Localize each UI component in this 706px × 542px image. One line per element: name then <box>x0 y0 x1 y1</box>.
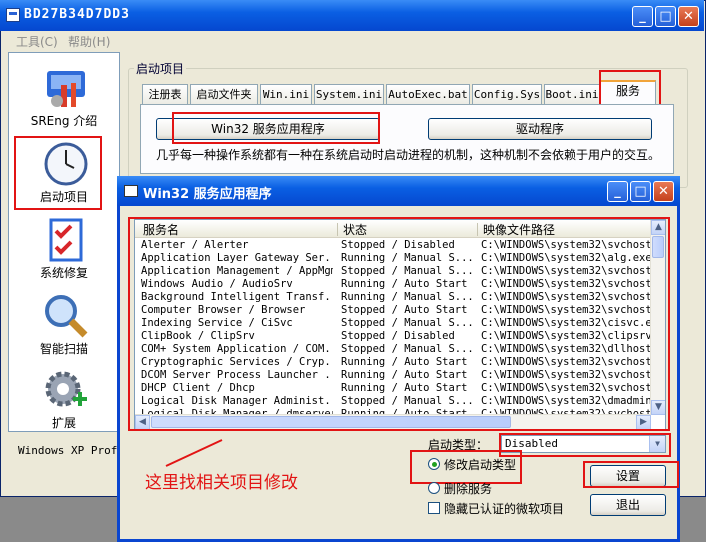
tab-boot-ini[interactable]: Boot.ini <box>544 84 600 104</box>
exit-button[interactable]: 退出 <box>590 494 666 516</box>
maximize-button[interactable]: □ <box>655 6 676 27</box>
nav-label: SREng 介绍 <box>30 114 98 128</box>
tab-startup-folder[interactable]: 启动文件夹 <box>190 84 258 104</box>
magnifier-icon <box>45 295 88 338</box>
annotation-text: 这里找相关项目修改 <box>145 473 298 493</box>
drivers-button[interactable]: 驱动程序 <box>428 118 652 140</box>
checkbox-hide-microsoft[interactable] <box>428 502 440 514</box>
radio-delete-service[interactable] <box>428 482 440 494</box>
menu-help[interactable]: 帮助(H) <box>68 33 110 50</box>
dialog-minimize-button[interactable]: _ <box>607 181 628 202</box>
highlight-nav-startup <box>14 136 102 210</box>
os-version-text: Windows XP Profe <box>18 444 124 457</box>
nav-item-scan[interactable]: 智能扫描 <box>11 287 117 359</box>
nav-label: 系统修复 <box>39 266 88 280</box>
left-nav: SREng 介绍 启动项目 系统修复 智能扫描 扩展 <box>8 52 120 432</box>
main-title-bar[interactable]: BD27B34D7DD3 _ □ ✕ <box>0 0 704 31</box>
group-label: 启动项目 <box>134 60 187 77</box>
annotation-arrow <box>165 439 223 467</box>
highlight-settings-button <box>583 461 679 488</box>
nav-label: 扩展 <box>51 416 76 430</box>
dialog-title: Win32 服务应用程序 <box>143 187 272 202</box>
tab-autoexec[interactable]: AutoExec.bat <box>386 84 470 104</box>
nav-item-extend[interactable]: 扩展 <box>11 361 117 433</box>
highlight-modify-radio <box>410 450 522 484</box>
minimize-button[interactable]: _ <box>632 6 653 27</box>
tab-config-sys[interactable]: Config.Sys <box>472 84 542 104</box>
dialog-maximize-button[interactable]: □ <box>630 181 651 202</box>
menu-bar: 工具(C) 帮助(H) <box>0 31 704 51</box>
checklist-icon <box>49 218 83 262</box>
tab-registry[interactable]: 注册表 <box>142 84 188 104</box>
tab-win-ini[interactable]: Win.ini <box>260 84 312 104</box>
tab-system-ini[interactable]: System.ini <box>314 84 384 104</box>
close-button[interactable]: ✕ <box>678 6 699 27</box>
menu-tools[interactable]: 工具(C) <box>16 33 58 50</box>
toolbox-icon <box>47 71 85 107</box>
nav-label: 智能扫描 <box>39 342 88 356</box>
highlight-service-list <box>128 217 670 431</box>
nav-item-sreng[interactable]: SREng 介绍 <box>11 59 117 131</box>
app-icon <box>6 8 20 22</box>
checkbox-hide-label[interactable]: 隐藏已认证的微软项目 <box>444 500 564 517</box>
dialog-close-button[interactable]: ✕ <box>653 181 674 202</box>
gear-plus-icon <box>45 371 87 407</box>
nav-item-repair[interactable]: 系统修复 <box>11 211 117 283</box>
dialog-title-bar[interactable]: Win32 服务应用程序 _ □ ✕ <box>117 176 680 206</box>
highlight-startup-type <box>499 433 671 457</box>
window-title: BD27B34D7DD3 <box>24 7 130 22</box>
radio-delete-label[interactable]: 删除服务 <box>444 480 492 497</box>
description-text: 几乎每一种操作系统都有一种在系统启动时启动进程的机制，这种机制不会依赖于用户的交… <box>156 148 661 162</box>
highlight-win32-button <box>172 112 380 144</box>
dialog-window-icon <box>124 185 138 197</box>
